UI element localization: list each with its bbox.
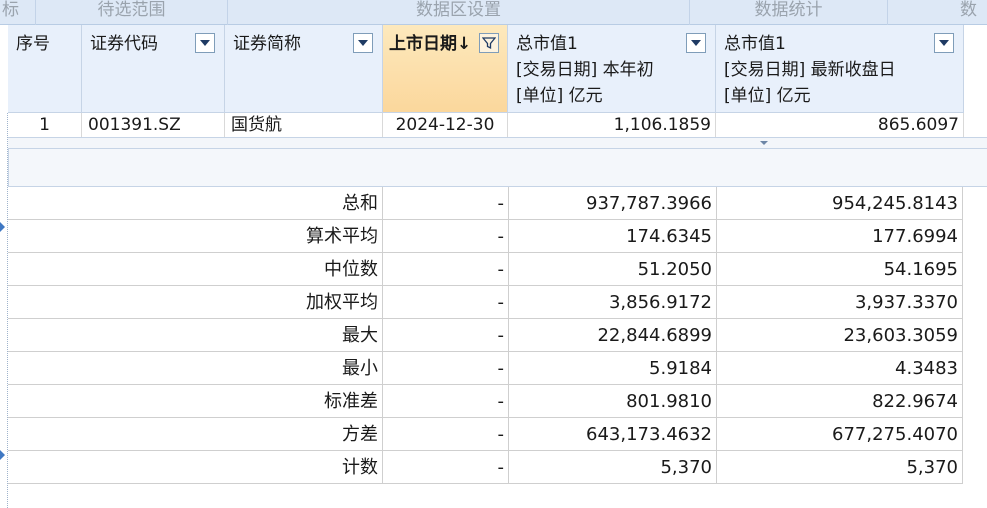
cell-mv-start[interactable]: 1,106.1859 (508, 113, 716, 137)
column-header-unit: [单位] 亿元 (724, 86, 811, 106)
stats-date[interactable]: - (383, 418, 509, 451)
column-header-label: 总市值1 (724, 34, 786, 54)
section-tab-data-statistics[interactable]: 数据统计 (690, 0, 888, 25)
cell-listing-date[interactable]: 2024-12-30 (383, 113, 508, 137)
column-header-label: 序号 (16, 34, 50, 54)
stats-row-variance: 方差 - 643,173.4632 677,275.4070 (8, 418, 963, 451)
stats-label: 中位数 (8, 253, 383, 286)
stats-label: 算术平均 (8, 220, 383, 253)
stats-label: 方差 (8, 418, 383, 451)
statistics-toolbar-area (8, 149, 987, 187)
chevron-down-icon (691, 40, 701, 46)
cell-name[interactable]: 国货航 (225, 113, 383, 137)
stats-mv-start[interactable]: 801.9810 (509, 385, 717, 418)
sort-descending-icon: ↓ (457, 34, 472, 54)
stats-row-weighted-mean: 加权平均 - 3,856.9172 3,937.3370 (8, 286, 963, 319)
filter-dropdown-button[interactable] (353, 33, 373, 53)
stats-date[interactable]: - (383, 451, 509, 484)
stats-row-count: 计数 - 5,370 5,370 (8, 451, 963, 484)
chevron-down-icon (358, 40, 368, 46)
stats-row-mean: 算术平均 - 174.6345 177.6994 (8, 220, 963, 253)
filter-dropdown-button[interactable] (934, 33, 954, 53)
stats-date[interactable]: - (383, 286, 509, 319)
cell-code[interactable]: 001391.SZ (82, 113, 225, 137)
column-header-code[interactable]: 证券代码 (82, 25, 225, 113)
filter-active-button[interactable] (479, 33, 499, 53)
collapse-arrow-icon[interactable] (0, 222, 5, 232)
stats-mv-latest[interactable]: 23,603.3059 (717, 319, 963, 352)
stats-mv-start[interactable]: 5,370 (509, 451, 717, 484)
stats-row-stddev: 标准差 - 801.9810 822.9674 (8, 385, 963, 418)
filter-dropdown-button[interactable] (686, 33, 706, 53)
section-tab-more[interactable]: 数 (888, 0, 987, 25)
stats-label: 标准差 (8, 385, 383, 418)
stats-mv-latest[interactable]: 177.6994 (717, 220, 963, 253)
stats-date[interactable]: - (383, 220, 509, 253)
cell-mv-latest[interactable]: 865.6097 (716, 113, 964, 137)
stats-mv-start[interactable]: 937,787.3966 (509, 187, 717, 220)
stats-label: 最大 (8, 319, 383, 352)
column-header-name[interactable]: 证券简称 (225, 25, 383, 113)
stats-mv-latest[interactable]: 4.3483 (717, 352, 963, 385)
stats-label: 最小 (8, 352, 383, 385)
stats-mv-latest[interactable]: 677,275.4070 (717, 418, 963, 451)
stats-date[interactable]: - (383, 253, 509, 286)
column-header-listing-date[interactable]: 上市日期↓ (383, 25, 508, 113)
stats-row-max: 最大 - 22,844.6899 23,603.3059 (8, 319, 963, 352)
stats-mv-latest[interactable]: 54.1695 (717, 253, 963, 286)
stats-mv-start[interactable]: 3,856.9172 (509, 286, 717, 319)
left-edge-gutter (0, 113, 8, 508)
funnel-icon (482, 37, 496, 50)
section-tab-candidate-range[interactable]: 待选范围 (36, 0, 228, 25)
stats-mv-latest[interactable]: 5,370 (717, 451, 963, 484)
stats-date[interactable]: - (383, 352, 509, 385)
stats-date[interactable]: - (383, 385, 509, 418)
chevron-down-icon (939, 40, 949, 46)
stats-row-sum: 总和 - 937,787.3966 954,245.8143 (8, 187, 963, 220)
collapse-arrow-icon[interactable] (0, 450, 5, 460)
chevron-down-icon (200, 40, 210, 46)
stats-label: 计数 (8, 451, 383, 484)
stats-mv-start[interactable]: 51.2050 (509, 253, 717, 286)
filter-dropdown-button[interactable] (195, 33, 215, 53)
column-header-mv-latest[interactable]: 总市值1 [交易日期] 最新收盘日 [单位] 亿元 (716, 25, 964, 113)
stats-mv-latest[interactable]: 822.9674 (717, 385, 963, 418)
stats-mv-latest[interactable]: 954,245.8143 (717, 187, 963, 220)
cell-seq[interactable]: 1 (8, 113, 82, 137)
stats-date[interactable]: - (383, 319, 509, 352)
stats-label: 总和 (8, 187, 383, 220)
stats-mv-start[interactable]: 22,844.6899 (509, 319, 717, 352)
column-header-trade-date: [交易日期] 本年初 (516, 60, 654, 80)
section-tab-indicators[interactable]: 标 (0, 0, 36, 25)
column-header-unit: [单位] 亿元 (516, 86, 603, 106)
stats-mv-start[interactable]: 643,173.4632 (509, 418, 717, 451)
section-tab-data-area-settings[interactable]: 数据区设置 (228, 0, 690, 25)
section-tab-bar: 标 待选范围 数据区设置 数据统计 数 (0, 0, 987, 25)
panel-splitter[interactable] (8, 137, 987, 149)
column-header-label: 上市日期 (389, 34, 457, 54)
column-header-mv-start[interactable]: 总市值1 [交易日期] 本年初 [单位] 亿元 (508, 25, 716, 113)
column-header-trade-date: [交易日期] 最新收盘日 (724, 60, 896, 80)
stats-row-min: 最小 - 5.9184 4.3483 (8, 352, 963, 385)
stats-mv-latest[interactable]: 3,937.3370 (717, 286, 963, 319)
splitter-grip-icon (760, 141, 768, 145)
stats-mv-start[interactable]: 174.6345 (509, 220, 717, 253)
stats-label: 加权平均 (8, 286, 383, 319)
column-header-seq[interactable]: 序号 (8, 25, 82, 113)
stats-date[interactable]: - (383, 187, 509, 220)
stats-row-median: 中位数 - 51.2050 54.1695 (8, 253, 963, 286)
stats-mv-start[interactable]: 5.9184 (509, 352, 717, 385)
